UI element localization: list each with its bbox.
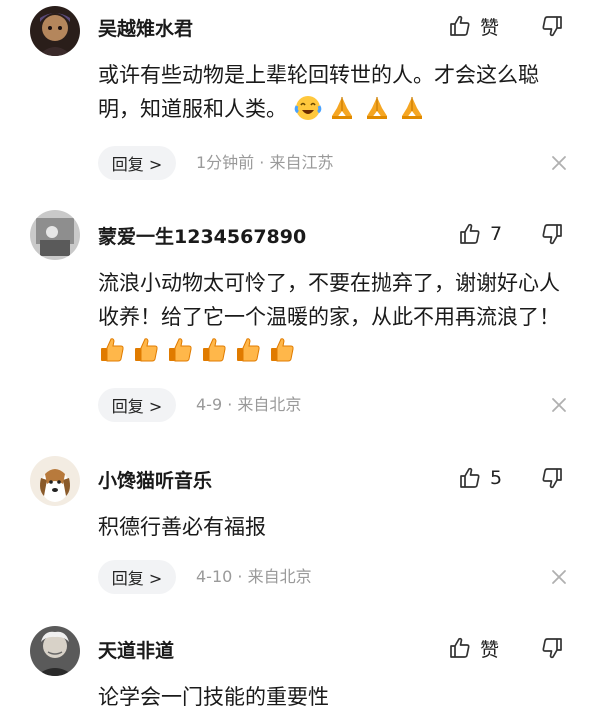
comment-text: 或许有些动物是上辈轮回转世的人。才会这么聪明，知道服和人类。 <box>98 58 568 132</box>
like-button[interactable]: 赞 <box>448 12 499 40</box>
thumbs-up-emoji <box>98 336 126 374</box>
thumbs-down-icon <box>542 16 562 37</box>
reply-label: 回复 > <box>111 569 163 588</box>
comment-text: 流浪小动物太可怜了，不要在抛弃了，谢谢好心人收养！给了它一个温暖的家，从此不用再… <box>98 266 568 374</box>
close-icon[interactable] <box>548 152 570 174</box>
username[interactable]: 蒙爱一生1234567890 <box>98 222 306 249</box>
avatar[interactable] <box>30 456 80 506</box>
like-button[interactable]: 7 <box>458 220 502 248</box>
close-icon[interactable] <box>548 394 570 416</box>
thumbs-up-icon <box>460 467 480 488</box>
thumbs-down-icon <box>542 224 562 245</box>
thumbs-up-icon <box>450 15 470 36</box>
like-button[interactable]: 赞 <box>448 634 499 662</box>
dislike-button[interactable] <box>540 222 566 250</box>
reply-button[interactable]: 回复 > <box>98 146 176 180</box>
dislike-button[interactable] <box>540 14 566 42</box>
comment-item: 吴越雉水君 赞 或许有些动物是上辈轮回转世的人。才会这么聪明，知道服和人类。 回… <box>0 0 600 190</box>
thumbs-up-emoji <box>234 336 262 374</box>
like-button[interactable]: 5 <box>458 464 502 492</box>
thumbs-up-icon <box>460 223 480 244</box>
close-icon[interactable] <box>548 566 570 588</box>
praying-hands-emoji <box>328 94 356 132</box>
praying-hands-emoji <box>398 94 426 132</box>
reply-label: 回复 > <box>111 155 163 174</box>
comment-meta: 4-10 · 来自北京 <box>196 567 312 586</box>
username[interactable]: 小馋猫听音乐 <box>98 466 212 493</box>
comment-meta: 4-9 · 来自北京 <box>196 395 302 414</box>
thumbs-down-icon <box>542 638 562 659</box>
avatar[interactable] <box>30 6 80 56</box>
comment-text: 论学会一门技能的重要性 <box>98 685 329 709</box>
thumbs-up-icon <box>450 637 470 658</box>
dislike-button[interactable] <box>540 466 566 494</box>
reply-button[interactable]: 回复 > <box>98 560 176 594</box>
comment-meta: 1分钟前 · 来自江苏 <box>196 153 334 172</box>
thumbs-up-emoji <box>166 336 194 374</box>
praying-hands-emoji <box>363 94 391 132</box>
username[interactable]: 天道非道 <box>98 636 174 663</box>
like-count: 7 <box>490 223 503 245</box>
thumbs-up-emoji <box>132 336 160 374</box>
avatar[interactable] <box>30 626 80 676</box>
reply-button[interactable]: 回复 > <box>98 388 176 422</box>
like-label: 赞 <box>480 16 500 39</box>
reply-label: 回复 > <box>111 397 163 416</box>
username[interactable]: 吴越雉水君 <box>98 14 193 41</box>
comment-text-content: 流浪小动物太可怜了，不要在抛弃了，谢谢好心人收养！给了它一个温暖的家，从此不用再… <box>98 271 560 329</box>
like-count: 5 <box>490 467 503 489</box>
thumbs-up-emoji <box>200 336 228 374</box>
dislike-button[interactable] <box>540 636 566 664</box>
avatar[interactable] <box>30 210 80 260</box>
thumbs-down-icon <box>542 468 562 489</box>
like-label: 赞 <box>480 638 500 661</box>
thumbs-up-emoji <box>268 336 296 374</box>
crying-laughing-emoji <box>294 94 322 132</box>
comment-text: 积德行善必有福报 <box>98 515 266 539</box>
